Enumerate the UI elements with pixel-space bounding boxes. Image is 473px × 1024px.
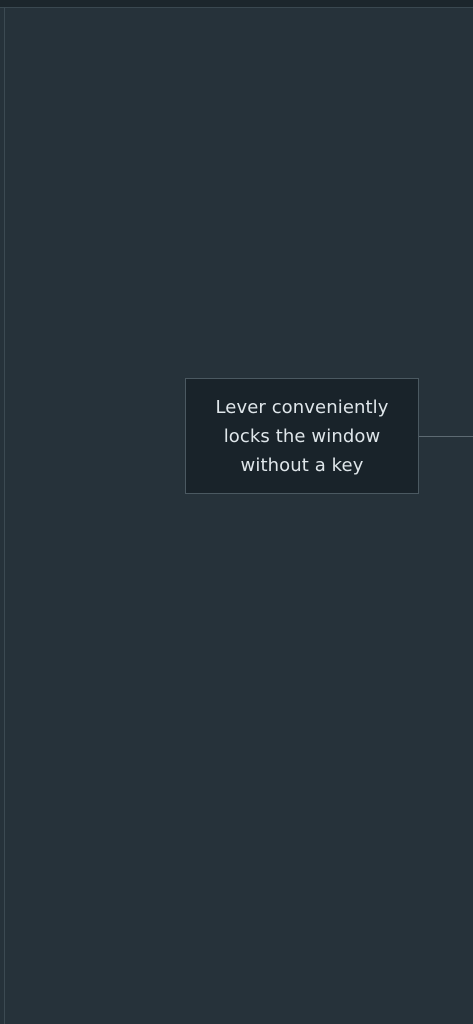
feature-callout: Lever conveniently locks the window with… [185,378,419,494]
page-canvas: Lever conveniently locks the window with… [0,0,473,1024]
top-border [0,0,473,8]
callout-connector-line [419,436,473,437]
callout-text: Lever conveniently locks the window with… [215,396,389,476]
left-border-line [4,8,5,1024]
